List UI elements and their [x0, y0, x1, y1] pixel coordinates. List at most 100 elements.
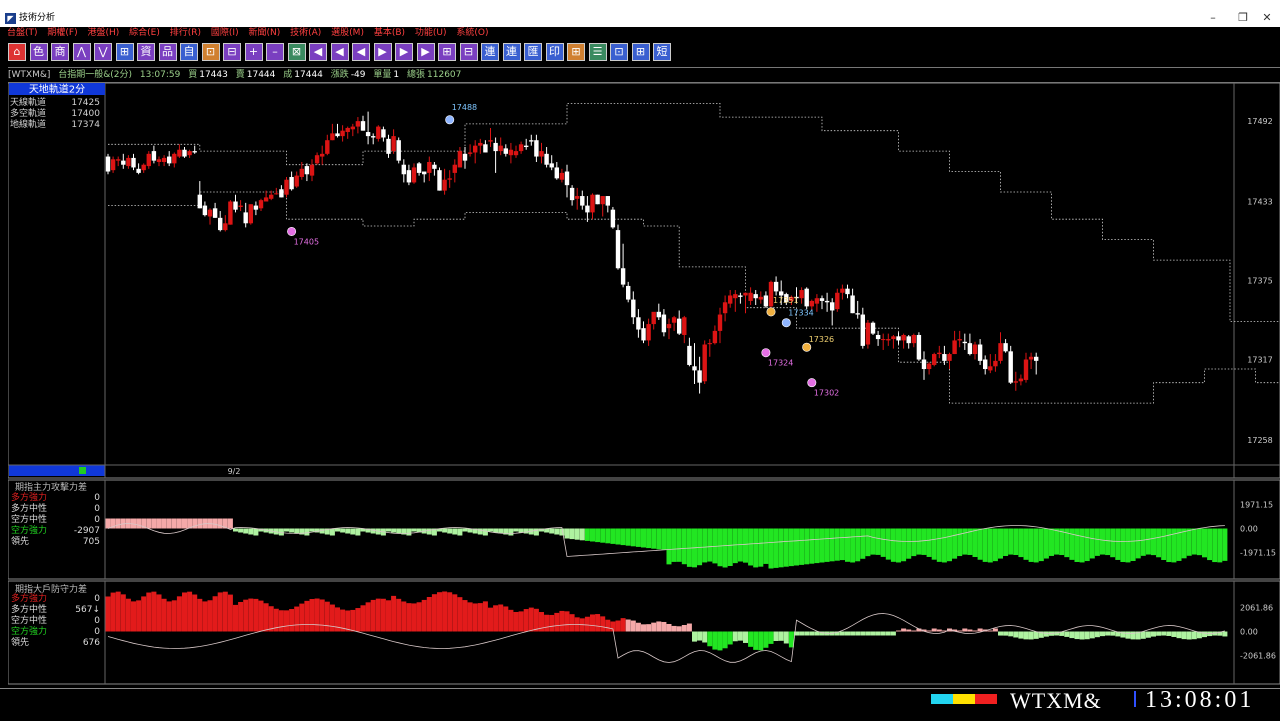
menu-item[interactable]: 綜合(E) [129, 27, 160, 40]
toolbar-button[interactable]: ⊞ [567, 43, 585, 61]
toolbar-button[interactable]: 品 [158, 43, 177, 61]
toolbar-button[interactable]: 匯 [524, 43, 542, 61]
panel-legend-label: 空方強力 [11, 625, 47, 637]
scroll-thumb[interactable] [79, 467, 86, 474]
candle-body [529, 140, 534, 142]
histogram-bar [426, 596, 432, 632]
histogram-bar [171, 518, 177, 529]
histogram-bar [1018, 631, 1024, 639]
histogram-bar [488, 607, 493, 632]
toolbar-button[interactable]: ⊞ [631, 43, 650, 61]
technical-chart[interactable]: 天地軌道2分 天線軌道 17425 多空軌道 17400 地線軌道 17374 … [8, 83, 1280, 686]
menu-item[interactable]: 新聞(N) [248, 27, 280, 40]
menu-item[interactable]: 排行(R) [170, 27, 201, 40]
price-tick-label: 17375 [1247, 277, 1272, 286]
toolbar-button[interactable]: ⊞ [438, 43, 456, 61]
panel1-title[interactable]: 期指主力攻擊力差 [15, 481, 87, 493]
histogram-bar [702, 631, 708, 643]
histogram-bar [1008, 528, 1014, 555]
histogram-bar [671, 625, 677, 632]
histogram-bar [732, 631, 738, 642]
toolbar-button[interactable]: ⋀ [72, 43, 91, 61]
menu-item[interactable]: 港盤(H) [87, 27, 119, 40]
menu-item[interactable]: 選股(M) [331, 27, 364, 40]
toolbar-button[interactable]: ⊞ [115, 43, 134, 61]
toolbar-button[interactable]: ◀ [330, 43, 349, 61]
histogram-bar [661, 621, 667, 632]
candle-body [422, 171, 427, 175]
histogram-bar [462, 600, 468, 632]
toolbar-button[interactable]: 色 [29, 43, 48, 61]
toolbar-button[interactable]: ▶ [416, 43, 435, 61]
toolbar-button[interactable]: + [244, 43, 263, 61]
toolbar-button[interactable]: 資 [137, 43, 155, 61]
histogram-bar [1161, 631, 1167, 636]
toolbar-button[interactable]: 連 [502, 43, 521, 61]
histogram-bar [972, 630, 978, 632]
toolbar-button[interactable]: 自 [180, 43, 198, 61]
toolbar-button[interactable]: ▶ [373, 43, 392, 61]
toolbar-button[interactable]: ⊠ [287, 43, 306, 61]
toolbar-button[interactable]: ◀ [309, 43, 327, 61]
toolbar-button[interactable]: ☰ [588, 43, 607, 61]
menu-item[interactable]: 技術(A) [290, 27, 321, 40]
toolbar-button[interactable]: ⌂ [8, 43, 26, 61]
histogram-bar [457, 528, 463, 536]
minimize-button[interactable]: – [1198, 10, 1228, 26]
indicator-title[interactable]: 天地軌道2分 [29, 83, 85, 96]
histogram-bar [212, 518, 218, 529]
menu-item[interactable]: 功能(U) [415, 27, 447, 40]
histogram-bar [967, 629, 973, 632]
panel-legend-label: 多方強力 [11, 592, 47, 604]
toolbar-button[interactable]: ⊟ [459, 43, 478, 61]
toolbar-button[interactable]: 印 [545, 43, 564, 61]
symbol-code[interactable]: [WTXM&] [8, 70, 50, 80]
histogram-bar [1125, 528, 1131, 563]
histogram-bar [452, 528, 458, 535]
toolbar-button[interactable]: 連 [481, 43, 499, 61]
histogram-bar [544, 614, 550, 632]
menu-item[interactable]: 台盤(T) [7, 27, 38, 40]
close-button[interactable]: ✕ [1252, 10, 1280, 26]
candle-body [947, 354, 952, 361]
histogram-bar [217, 592, 223, 632]
menu-item[interactable]: 國際(I) [211, 27, 239, 40]
candle-body [835, 292, 840, 310]
histogram-bar [523, 528, 529, 534]
candle-body [350, 126, 355, 130]
menu-item[interactable]: 基本(B) [374, 27, 405, 40]
histogram-bar [284, 528, 289, 532]
scroll-bar[interactable] [9, 465, 105, 476]
toolbar-button[interactable]: ⊟ [223, 43, 241, 61]
menu-item[interactable]: 系統(O) [456, 27, 488, 40]
histogram-bar [289, 528, 295, 533]
toolbar-button[interactable]: 短 [653, 43, 671, 61]
menu-item[interactable]: 期權(F) [47, 27, 77, 40]
toolbar-button[interactable]: ⋁ [94, 43, 112, 61]
histogram-bar [926, 528, 932, 557]
toolbar-button[interactable]: ◀ [352, 43, 370, 61]
histogram-bar [569, 614, 575, 632]
candle-body [641, 328, 646, 341]
histogram-bar [1120, 528, 1126, 563]
buy-label: 買 [188, 70, 198, 80]
toolbar-button[interactable]: ▶ [395, 43, 413, 61]
histogram-bar [651, 528, 657, 549]
histogram-bar [549, 614, 555, 632]
panel-tick-label: 0.00 [1240, 525, 1258, 534]
histogram-bar [1069, 631, 1075, 639]
histogram-bar [131, 601, 136, 632]
signal-marker [802, 342, 812, 352]
toolbar-button[interactable]: – [266, 43, 284, 61]
histogram-bar [248, 598, 254, 632]
toolbar-button[interactable]: ⊡ [201, 43, 220, 61]
toolbar-button[interactable]: 商 [51, 43, 69, 61]
candle-body [906, 336, 911, 344]
signal-marker-label: 17324 [768, 359, 793, 368]
candle-body [539, 151, 544, 157]
candle-body [116, 159, 121, 161]
toolbar-button[interactable]: ⊡ [610, 43, 628, 61]
panel-legend-label: 多方強力 [11, 491, 47, 503]
histogram-bar [600, 616, 606, 632]
total-label: 總張 [407, 70, 426, 80]
